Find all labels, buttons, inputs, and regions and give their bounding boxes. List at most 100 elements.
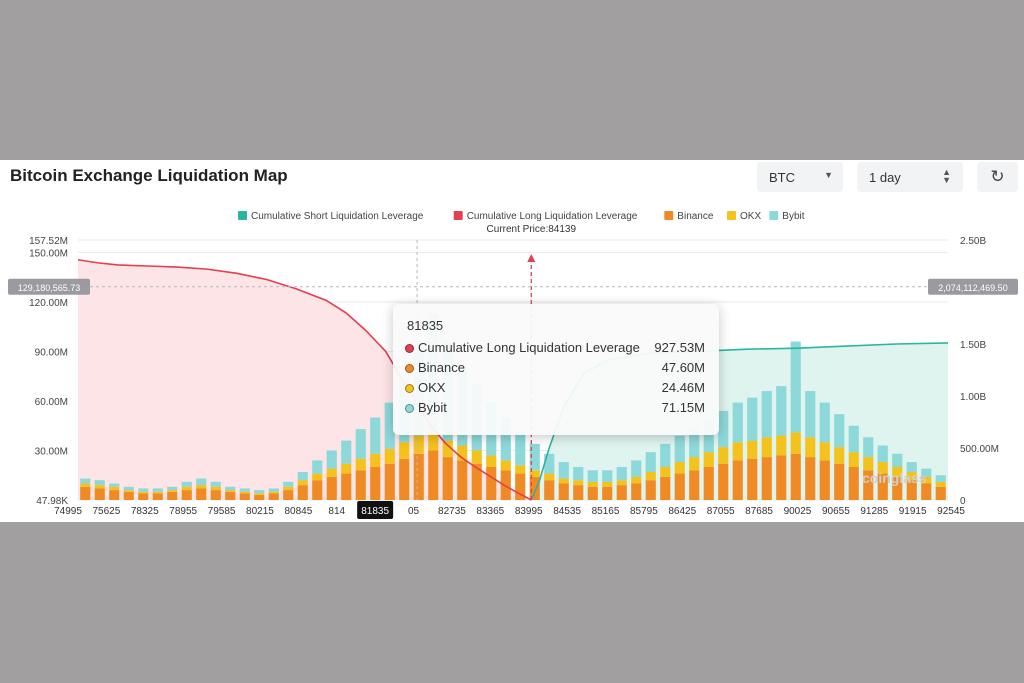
bar-binance [283, 490, 294, 500]
bar-binance [326, 476, 337, 500]
bar-bybit [283, 481, 294, 487]
bar-binance [123, 491, 134, 500]
y-left-tick-label: 150.00M [29, 248, 68, 259]
coinglass-watermark: coinglass [862, 470, 927, 486]
x-tick-label: 90655 [822, 506, 850, 517]
x-tick-label: 85795 [630, 506, 658, 517]
bar-okx [776, 435, 787, 456]
x-tick-label: 78955 [169, 506, 197, 517]
bar-binance [138, 493, 149, 500]
bar-binance [225, 491, 236, 500]
bar-bybit [863, 437, 874, 458]
bar-bybit [645, 452, 656, 472]
bar-okx [370, 453, 381, 467]
bar-bybit [254, 490, 265, 494]
bar-okx [819, 442, 830, 461]
bar-okx [660, 466, 671, 477]
x-tick-label: 80215 [246, 506, 274, 517]
bar-bybit [515, 432, 526, 466]
bar-binance [790, 453, 801, 500]
x-tick-label: 92545 [937, 506, 965, 517]
bar-bybit [660, 443, 671, 467]
tooltip-row-binance: Binance 47.60M [405, 360, 705, 378]
bar-okx [181, 486, 192, 491]
legend-swatch [238, 211, 247, 220]
bar-binance [428, 450, 439, 500]
tooltip-title: 81835 [407, 318, 444, 333]
bar-okx [297, 480, 308, 486]
bar-binance [747, 458, 758, 500]
bar-okx [355, 458, 366, 471]
tooltip-value: 71.15M [661, 400, 705, 415]
bar-binance [210, 490, 221, 500]
bar-bybit [268, 488, 279, 492]
bar-binance [312, 480, 323, 500]
bar-binance [167, 491, 178, 500]
bar-bybit [674, 435, 685, 463]
tooltip-dot [405, 344, 414, 353]
y-left-tick-label: 157.52M [29, 236, 68, 247]
y-left-tick-label: 30.00M [35, 446, 68, 457]
crosshair-right-label: 2,074,112,469.50 [938, 283, 1007, 293]
tooltip-label: Binance [418, 360, 465, 375]
x-tick-label: 90025 [784, 506, 812, 517]
bar-okx [616, 480, 627, 486]
tooltip-dot [405, 384, 414, 393]
bar-okx [196, 485, 207, 489]
x-tick-label: 86425 [668, 506, 696, 517]
bar-okx [138, 491, 149, 494]
legend-label: Cumulative Short Liquidation Leverage [251, 211, 424, 222]
tooltip-value: 24.46M [661, 380, 705, 395]
bar-binance [254, 495, 265, 500]
bar-okx [471, 450, 482, 464]
bar-okx [399, 442, 410, 459]
bar-binance [631, 483, 642, 500]
bar-binance [442, 457, 453, 500]
bar-bybit [761, 391, 772, 438]
x-tick-label: 74995 [54, 506, 82, 517]
legend-swatch [453, 211, 463, 220]
bar-okx [167, 490, 178, 492]
bar-binance [370, 466, 381, 500]
x-tick-label: 05 [408, 506, 420, 517]
bar-bybit [558, 462, 569, 479]
tooltip-row-okx: OKX 24.46M [405, 380, 705, 398]
bar-okx [602, 481, 613, 487]
bar-binance [268, 493, 279, 500]
legend-label: OKX [740, 211, 761, 222]
bar-binance [355, 470, 366, 500]
x-tick-label: 814 [328, 506, 345, 517]
bar-binance [196, 488, 207, 500]
bar-okx [254, 493, 265, 496]
bar-okx [341, 463, 352, 474]
bar-binance [413, 453, 424, 500]
current-price-arrow [527, 254, 536, 262]
bar-binance [703, 466, 714, 500]
bar-bybit [80, 478, 91, 484]
tooltip-dot [405, 404, 414, 413]
bar-binance [674, 473, 685, 500]
bar-bybit [602, 470, 613, 482]
bar-binance [718, 463, 729, 500]
bar-binance [660, 476, 671, 500]
bar-binance [109, 490, 120, 500]
bar-bybit [109, 483, 120, 487]
bar-bybit [819, 402, 830, 443]
bar-okx [631, 476, 642, 484]
legend-swatch [664, 211, 674, 220]
bar-okx [94, 485, 105, 489]
bar-bybit [312, 460, 323, 474]
bar-okx [80, 483, 91, 487]
bar-okx [863, 457, 874, 471]
x-tick-label: 85165 [592, 506, 620, 517]
x-tick-label: 84535 [553, 506, 581, 517]
bar-okx [109, 486, 120, 491]
tooltip-value: 927.53M [654, 340, 705, 355]
bar-bybit [877, 445, 888, 463]
x-tick-label: 78325 [131, 506, 159, 517]
tooltip-value: 47.60M [661, 360, 705, 375]
bar-bybit [631, 460, 642, 477]
bar-okx [123, 490, 134, 492]
bar-binance [181, 490, 192, 500]
bar-okx [848, 452, 859, 467]
